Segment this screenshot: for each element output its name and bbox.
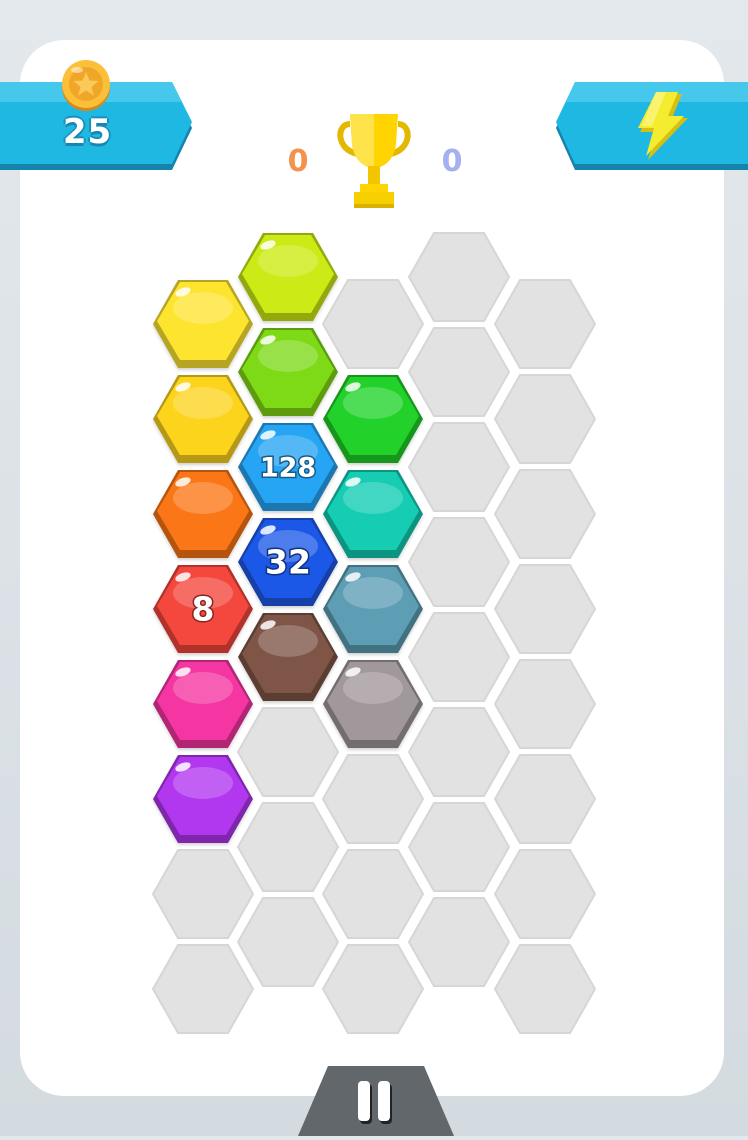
pause-button[interactable] [298, 1066, 454, 1136]
tile-value: 128 [260, 452, 316, 483]
opponent-score: 0 [441, 144, 463, 179]
player-score: 0 [287, 144, 309, 179]
lightning-bolt-icon [638, 92, 688, 160]
tile-value: 32 [265, 543, 311, 582]
trophy-icon [337, 114, 411, 208]
coin-icon [62, 60, 110, 111]
tile-value: 8 [192, 590, 215, 629]
coin-count: 25 [62, 112, 113, 152]
